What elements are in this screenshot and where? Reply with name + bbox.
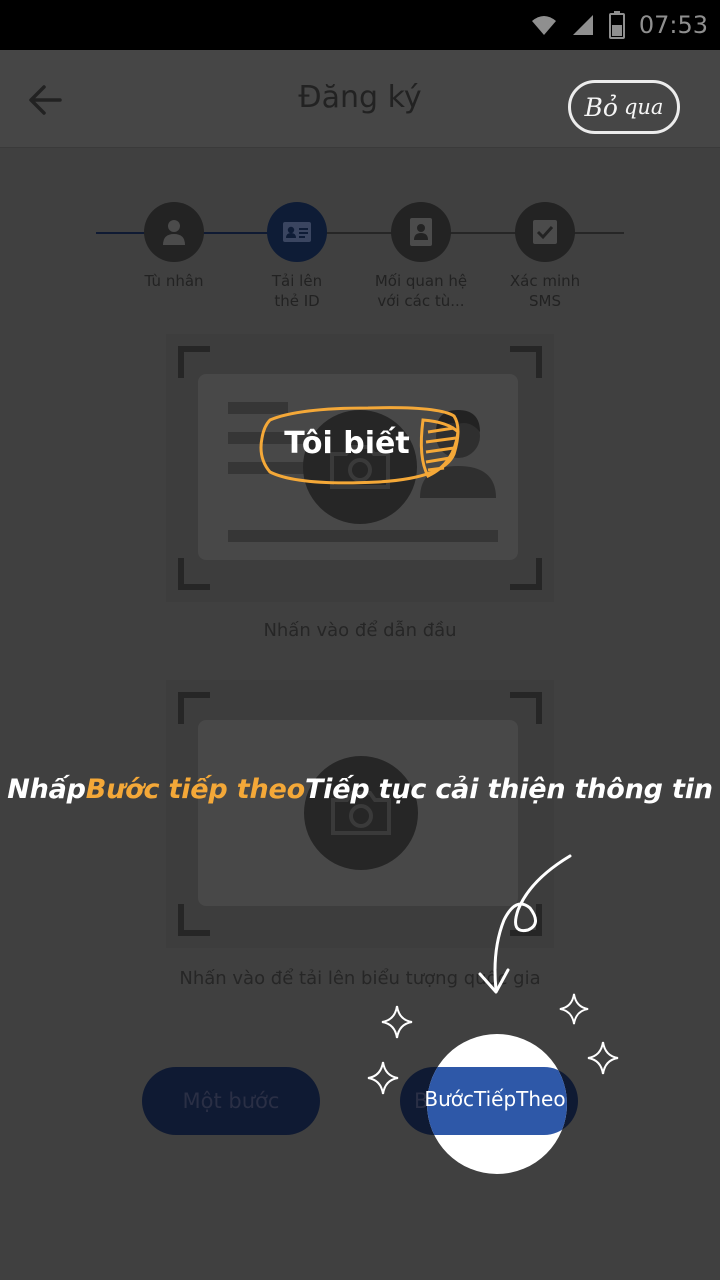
instruction-suffix: Tiếp tục cải thiện thông tin [304,774,713,805]
header: Đăng ký Bỏ qua [0,50,720,148]
frame-corner [510,346,542,378]
status-icons: 07:53 [531,8,708,42]
previous-step-label: Một bước [182,1089,280,1113]
signal-icon [572,15,593,35]
step-circle [515,202,575,262]
progress-stepper: Tù nhân Tải lên thẻ ID Mối quan hệ với c… [0,200,720,320]
skip-button[interactable]: Bỏ qua [568,80,680,134]
instruction-text: NhấpBước tiếp theoTiếp tục cải thiện thô… [0,774,720,805]
sparkle-icon [559,993,589,1025]
frame-corner [510,558,542,590]
step-circle [144,202,204,262]
id-back-caption: Nhấn vào để tải lên biểu tượng quốc gia [179,968,541,989]
person-icon [163,220,185,245]
curved-arrow-icon [478,854,572,994]
frame-corner [510,692,542,724]
instruction-prefix: Nhấp [7,774,86,805]
previous-step-button[interactable]: Một bước [142,1067,320,1135]
skip-label-sub: qua [623,95,664,119]
step-sms-verify: Xác minh SMS [470,200,620,311]
got-it-button[interactable]: Tôi biết [258,402,468,486]
skip-label-main: Bỏ [584,92,618,122]
status-time: 07:53 [638,11,708,39]
card-line [228,530,498,542]
step-circle-active [267,202,327,262]
sparkle-icon [381,1005,413,1039]
status-bar: 07:53 [0,0,720,50]
id-front-caption: Nhấn vào để dẫn đầu [263,620,457,641]
next-step-button[interactable]: BướcTiếpTheo [415,1087,575,1111]
got-it-label: Tôi biết [284,426,410,461]
id-card-icon [283,222,311,242]
battery-icon [608,11,625,39]
frame-corner [178,904,210,936]
sparkle-icon [587,1041,619,1075]
checkbox-icon [533,220,557,244]
contact-icon [410,218,432,246]
frame-corner [178,558,210,590]
step-circle [391,202,451,262]
sparkle-icon [367,1061,399,1095]
step-label: Xác minh SMS [509,272,581,310]
wifi-icon [531,16,556,35]
instruction-highlight: Bước tiếp theo [85,774,305,805]
